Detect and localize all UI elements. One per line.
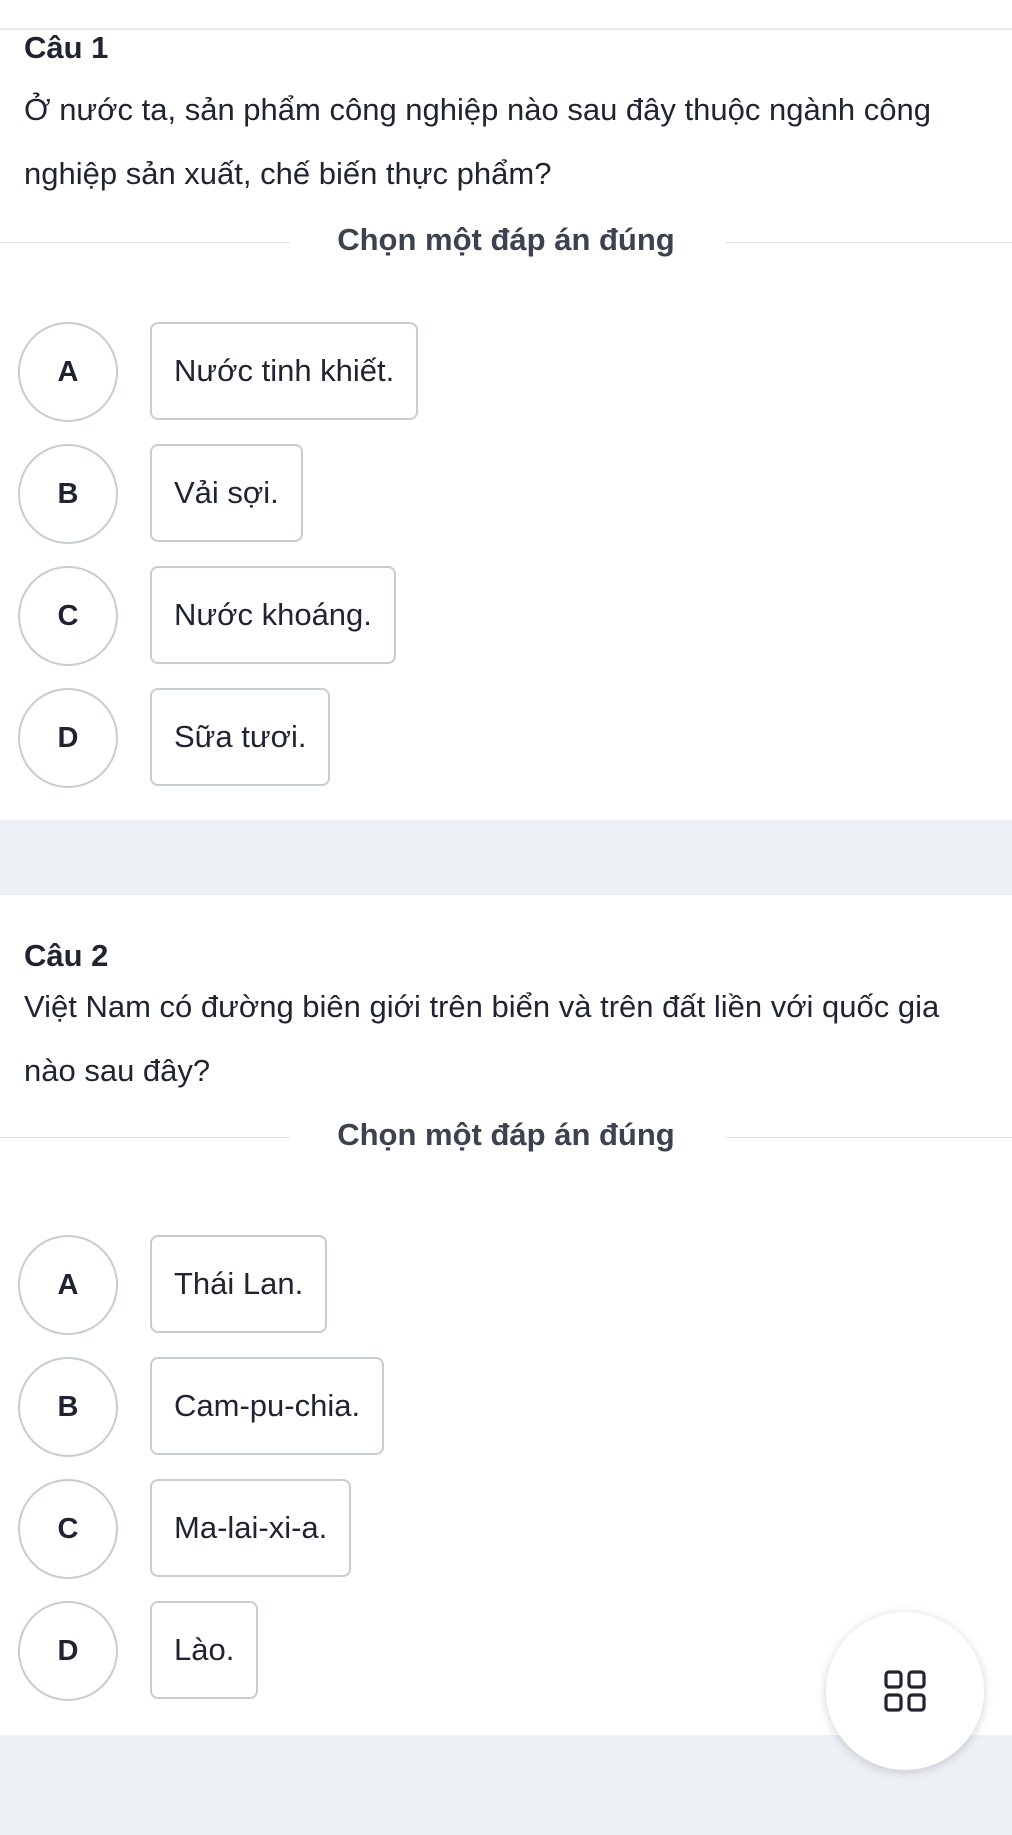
grid-menu-icon: [883, 1669, 927, 1713]
option-letter[interactable]: A: [18, 322, 118, 422]
question-text: Việt Nam có đường biên giới trên biển và…: [24, 989, 940, 1088]
question-text: Ở nước ta, sản phẩm công nghiệp nào sau …: [24, 92, 932, 191]
option-text[interactable]: Sữa tươi.: [150, 688, 331, 786]
divider-line-right: [725, 242, 1012, 243]
answer-prompt-divider: Chọn một đáp án đúng: [0, 1117, 1012, 1157]
option-text[interactable]: Nước khoáng.: [150, 566, 396, 664]
question-card-2: Câu 2 Việt Nam có đường biên giới trên b…: [0, 895, 1012, 1735]
option-letter[interactable]: D: [18, 1601, 118, 1701]
option-letter[interactable]: B: [18, 1357, 118, 1457]
question-card-1: Câu 1 Ở nước ta, sản phẩm công nghiệp nà…: [0, 30, 1012, 820]
option-text[interactable]: Nước tinh khiết.: [150, 322, 419, 420]
answer-prompt: Chọn một đáp án đúng: [337, 1117, 675, 1152]
option-text[interactable]: Cam-pu-chia.: [150, 1357, 385, 1455]
answer-prompt-divider: Chọn một đáp án đúng: [0, 222, 1012, 262]
question-grid-button[interactable]: [826, 1612, 984, 1770]
answer-prompt: Chọn một đáp án đúng: [337, 222, 675, 257]
option-letter[interactable]: A: [18, 1235, 118, 1335]
question-separator: [0, 820, 1012, 895]
option-letter[interactable]: B: [18, 444, 118, 544]
option-text[interactable]: Vải sợi.: [150, 444, 303, 542]
option-text[interactable]: Thái Lan.: [150, 1235, 328, 1333]
option-letter[interactable]: C: [18, 566, 118, 666]
option-text[interactable]: Lào.: [150, 1601, 259, 1699]
question-title: Câu 1: [24, 30, 109, 65]
option-text[interactable]: Ma-lai-xi-a.: [150, 1479, 352, 1577]
option-letter[interactable]: D: [18, 688, 118, 788]
option-letter[interactable]: C: [18, 1479, 118, 1579]
question-title: Câu 2: [24, 938, 109, 973]
divider-line-right: [725, 1137, 1012, 1138]
